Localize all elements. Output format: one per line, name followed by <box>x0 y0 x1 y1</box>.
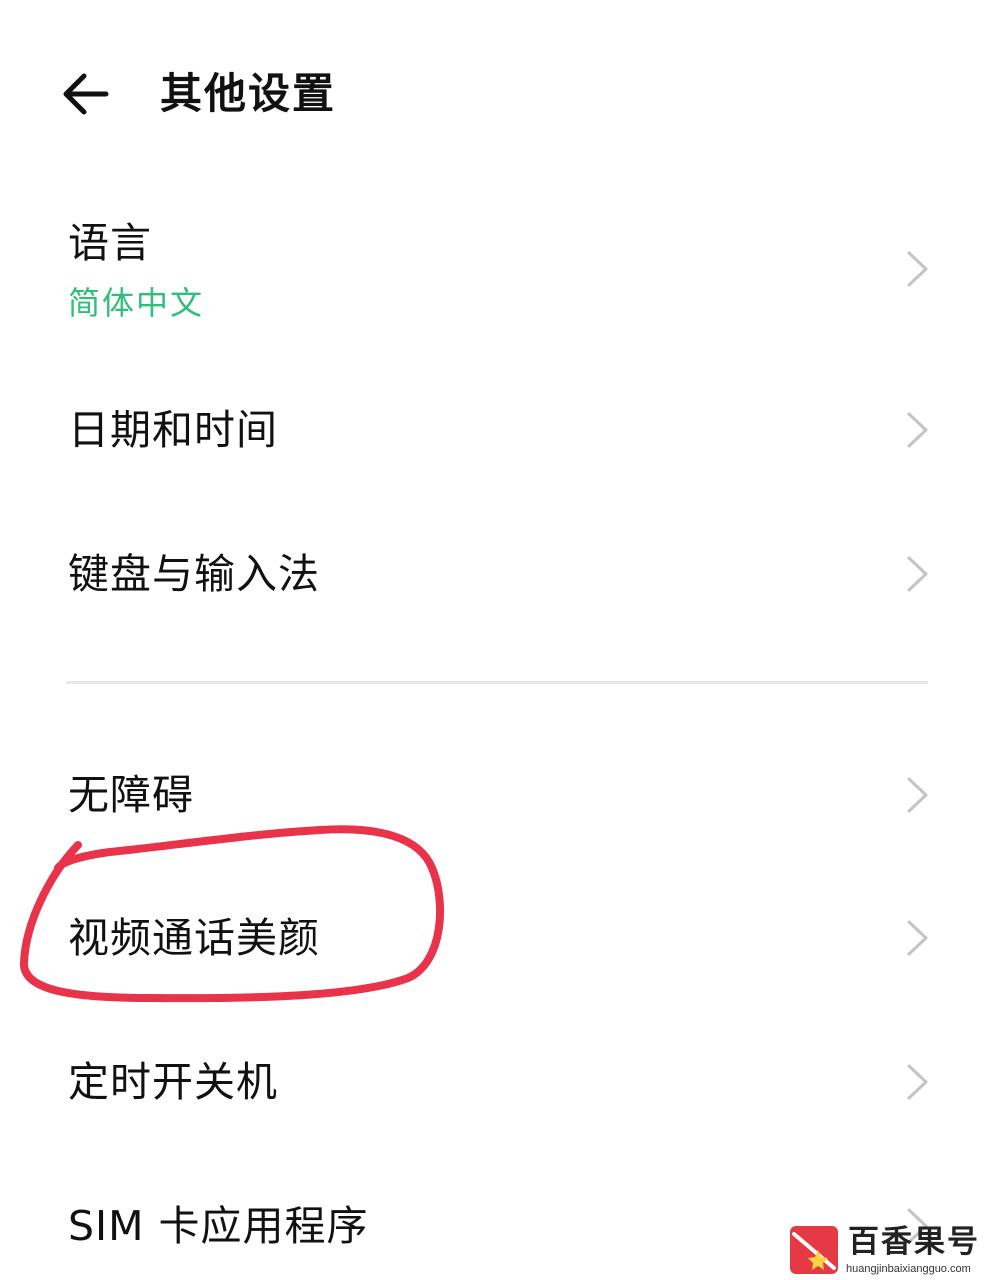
settings-item-date-time[interactable]: 日期和时间 <box>0 380 994 480</box>
settings-item-scheduled-power[interactable]: 定时开关机 <box>0 1032 994 1132</box>
section-divider <box>66 681 928 684</box>
page-title: 其他设置 <box>160 69 337 118</box>
watermark-brand: 百香果号 <box>848 1224 980 1260</box>
app-header: 其他设置 <box>0 54 994 134</box>
settings-item-label: SIM 卡应用程序 <box>68 1202 369 1250</box>
settings-item-label: 语言 <box>68 219 152 267</box>
settings-item-keyboard[interactable]: 键盘与输入法 <box>0 524 994 624</box>
settings-item-label: 视频通话美颜 <box>68 914 320 962</box>
settings-item-label: 日期和时间 <box>68 406 278 454</box>
chevron-right-icon <box>907 920 928 956</box>
settings-item-video-call-beauty[interactable]: 视频通话美颜 <box>0 888 994 988</box>
chevron-right-icon <box>907 556 928 592</box>
settings-page: 其他设置 语言 简体中文 日期和时间 键盘与输入法 无障碍 视频通话美颜 定时开… <box>0 0 994 1280</box>
brand-logo-icon <box>790 1226 838 1274</box>
chevron-right-icon <box>907 412 928 448</box>
settings-item-language[interactable]: 语言 简体中文 <box>0 205 994 335</box>
chevron-right-icon <box>907 777 928 813</box>
watermark-url: huangjinbaixiangguo.com <box>846 1263 971 1275</box>
language-current-value: 简体中文 <box>68 284 205 322</box>
settings-item-accessibility[interactable]: 无障碍 <box>0 745 994 845</box>
settings-item-label: 无障碍 <box>68 771 194 819</box>
back-button[interactable] <box>56 66 116 122</box>
chevron-right-icon <box>907 251 928 287</box>
chevron-right-icon <box>907 1064 928 1100</box>
back-arrow-icon <box>63 73 109 115</box>
settings-item-label: 键盘与输入法 <box>68 550 320 598</box>
settings-item-label: 定时开关机 <box>68 1058 278 1106</box>
watermark: 百香果号 huangjinbaixiangguo.com <box>784 1222 984 1280</box>
